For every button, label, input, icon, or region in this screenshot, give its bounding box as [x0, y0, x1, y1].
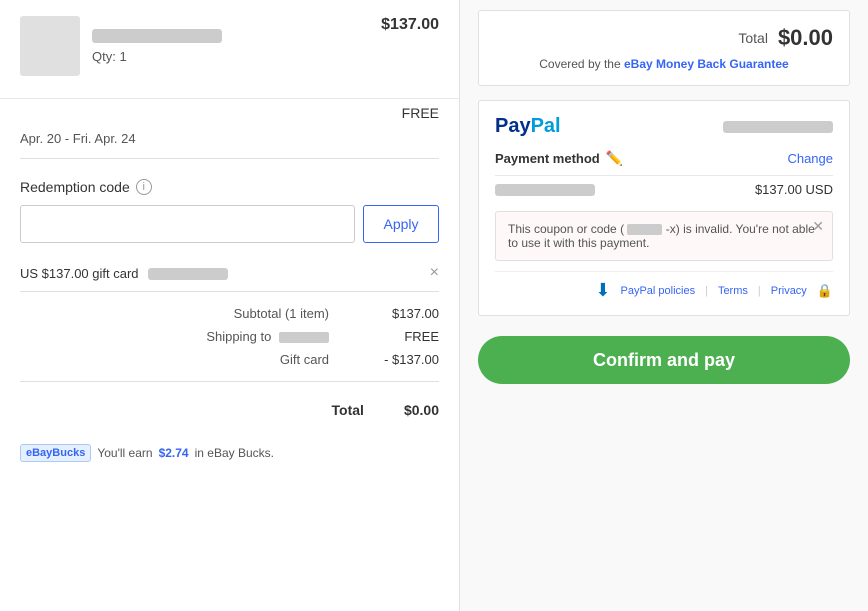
- right-total-amount: $0.00: [778, 25, 833, 51]
- gift-card-row: US $137.00 gift card ×: [0, 255, 459, 291]
- shipping-location-blur: [279, 332, 329, 343]
- ebay-bucks-row: eBayBucks You'll earn $2.74 in eBay Buck…: [0, 432, 459, 474]
- total-section: Total $0.00: [0, 382, 459, 432]
- paypal-logo-text: PayPal: [495, 115, 561, 138]
- gift-card-summary-label: Gift card: [280, 352, 329, 367]
- payment-info-row: $137.00 USD: [495, 175, 833, 203]
- guarantee-line: Covered by the eBay Money Back Guarantee: [495, 57, 833, 71]
- item-image: [20, 16, 80, 76]
- item-price: $137.00: [381, 16, 439, 34]
- item-name-blurred: [92, 29, 222, 43]
- paypal-logo-blue: Pay: [495, 115, 531, 137]
- subtotal-label: Subtotal (1 item): [234, 306, 329, 321]
- paypal-header: PayPal: [495, 115, 833, 138]
- payment-amount: $137.00 USD: [755, 182, 833, 197]
- paypal-privacy-link[interactable]: Privacy: [771, 285, 807, 297]
- shipping-value: FREE: [402, 105, 439, 121]
- paypal-policies-link[interactable]: PayPal policies: [620, 285, 695, 297]
- change-payment-link[interactable]: Change: [787, 151, 833, 166]
- lock-icon: 🔒: [817, 283, 833, 299]
- paypal-download-icon: ⬇: [595, 280, 610, 301]
- paypal-logo-cyan: Pal: [531, 115, 561, 137]
- total-value: $0.00: [404, 402, 439, 418]
- error-text-before: This coupon or code (: [508, 222, 624, 236]
- right-total-label: Total: [738, 30, 768, 46]
- right-total-line: Total $0.00: [495, 25, 833, 51]
- delivery-row: Apr. 20 - Fri. Apr. 24: [0, 127, 459, 158]
- shipping-summary-value: FREE: [369, 329, 439, 344]
- gift-card-summary-value: - $137.00: [369, 352, 439, 367]
- paypal-terms-link[interactable]: Terms: [718, 285, 748, 297]
- apply-button[interactable]: Apply: [363, 205, 439, 243]
- left-panel: Qty: 1 $137.00 FREE Apr. 20 - Fri. Apr. …: [0, 0, 460, 611]
- gift-card-summary-row: Gift card - $137.00: [20, 348, 439, 371]
- redemption-input-row: Apply: [20, 205, 439, 243]
- edit-icon: ✏️: [606, 150, 623, 167]
- redemption-label: Redemption code i: [20, 179, 439, 195]
- item-row: Qty: 1 $137.00: [0, 0, 459, 99]
- confirm-pay-button[interactable]: Confirm and pay: [478, 336, 850, 384]
- summary-section: Subtotal (1 item) $137.00 Shipping to FR…: [0, 292, 459, 381]
- right-panel: Total $0.00 Covered by the eBay Money Ba…: [460, 0, 868, 611]
- guarantee-link[interactable]: eBay Money Back Guarantee: [624, 57, 789, 71]
- shipping-row: FREE: [0, 99, 459, 127]
- info-icon[interactable]: i: [136, 179, 152, 195]
- ebay-bucks-suffix: in eBay Bucks.: [195, 446, 274, 460]
- remove-gift-card-button[interactable]: ×: [430, 265, 439, 281]
- error-close-button[interactable]: ✕: [812, 218, 824, 235]
- payment-method-label: Payment method ✏️: [495, 150, 623, 167]
- shipping-summary-row: Shipping to FREE: [20, 325, 439, 348]
- shipping-summary-label: Shipping to: [206, 329, 329, 344]
- total-label: Total: [332, 402, 364, 418]
- redemption-input[interactable]: [20, 205, 355, 243]
- total-row: Total $0.00: [20, 392, 439, 422]
- paypal-footer: ⬇ PayPal policies | Terms | Privacy 🔒: [495, 271, 833, 301]
- paypal-box: PayPal Payment method ✏️ Change $137.00 …: [478, 100, 850, 316]
- item-qty: Qty: 1: [92, 49, 222, 64]
- guarantee-text: Covered by the: [539, 57, 620, 71]
- subtotal-value: $137.00: [369, 306, 439, 321]
- error-code-blur: [627, 224, 662, 235]
- ebay-bucks-badge: eBayBucks: [20, 444, 91, 462]
- redemption-label-text: Redemption code: [20, 179, 130, 195]
- ebay-bucks-amount: $2.74: [159, 446, 189, 460]
- subtotal-row: Subtotal (1 item) $137.00: [20, 302, 439, 325]
- total-summary-box: Total $0.00 Covered by the eBay Money Ba…: [478, 10, 850, 86]
- gift-card-code-blur: [148, 268, 228, 280]
- ebay-bucks-text: You'll earn: [97, 446, 152, 460]
- paypal-account-blur: [723, 121, 833, 133]
- delivery-date: Apr. 20 - Fri. Apr. 24: [20, 131, 136, 146]
- redemption-section: Redemption code i Apply: [0, 159, 459, 255]
- payment-method-row: Payment method ✏️ Change: [495, 150, 833, 167]
- paypal-logo: PayPal: [495, 115, 561, 138]
- error-box: ✕ This coupon or code ( -x) is invalid. …: [495, 211, 833, 261]
- gift-card-label: US $137.00 gift card: [20, 266, 228, 281]
- payment-account-blur: [495, 184, 595, 196]
